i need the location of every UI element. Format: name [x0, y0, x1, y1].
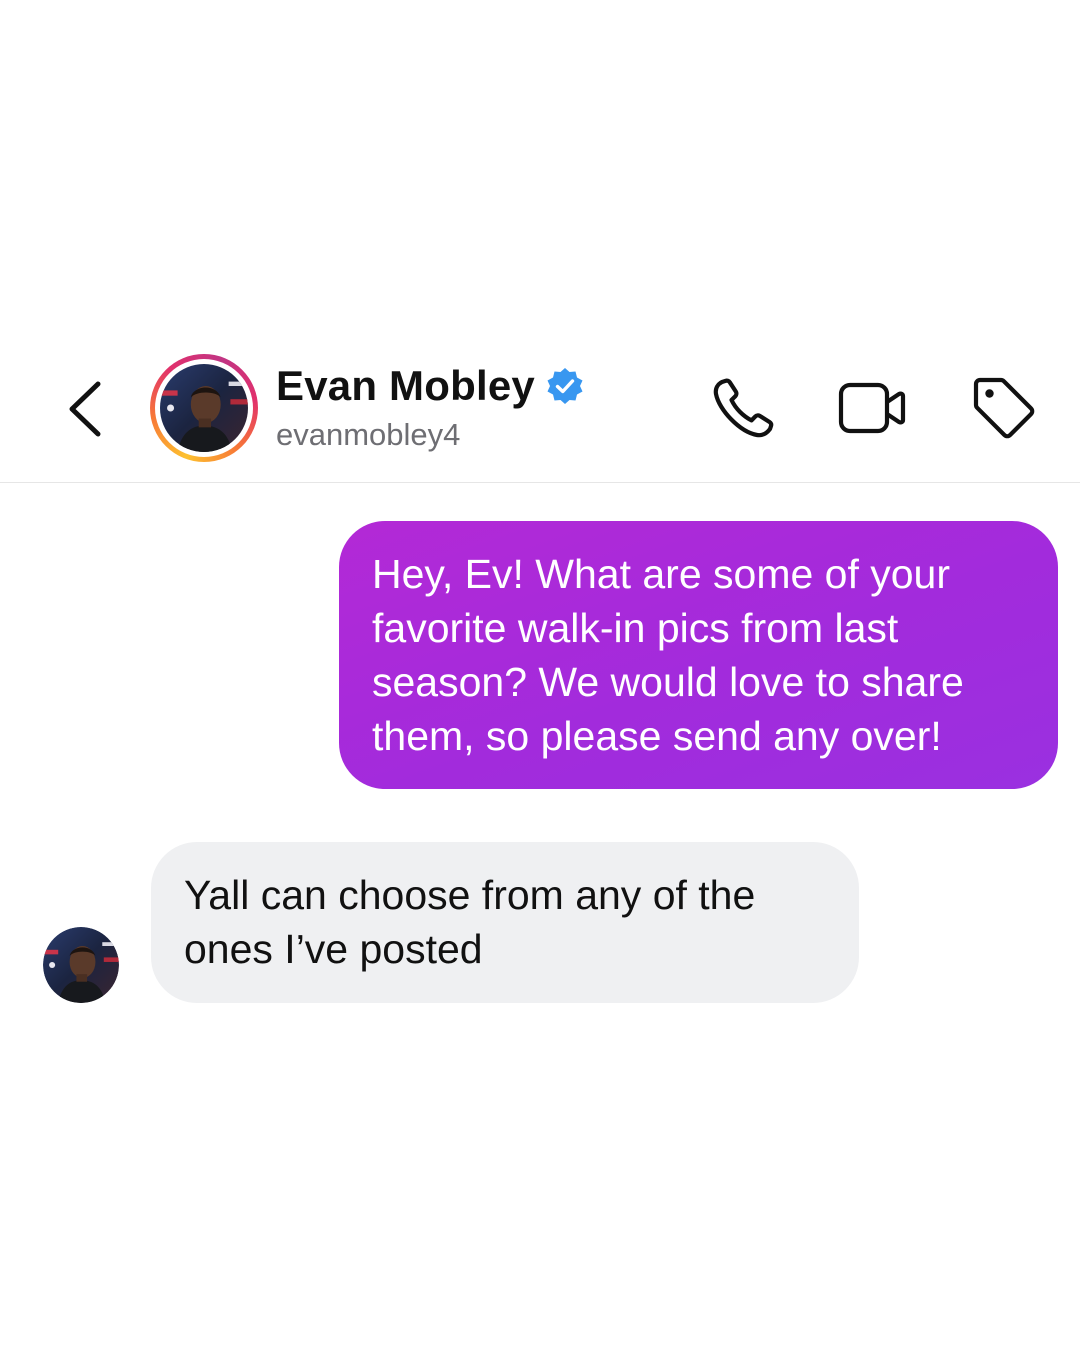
back-button[interactable] [56, 374, 116, 444]
profile-avatar [160, 364, 248, 452]
tag-icon [973, 377, 1035, 439]
video-camera-icon [838, 382, 906, 434]
message-text: Hey, Ev! What are some of your favorite … [372, 551, 964, 759]
video-call-button[interactable] [836, 372, 908, 444]
message-bubble-outgoing[interactable]: Hey, Ev! What are some of your favorite … [339, 521, 1058, 789]
contact-name-row[interactable]: Evan Mobley [276, 362, 585, 410]
sender-avatar[interactable] [43, 927, 119, 1003]
profile-avatar-story-ring[interactable] [150, 354, 258, 462]
contact-name[interactable]: Evan Mobley [276, 362, 535, 410]
chat-header: Evan Mobley evanmobley4 [0, 340, 1080, 483]
audio-call-button[interactable] [708, 372, 780, 444]
tag-button[interactable] [968, 372, 1040, 444]
sender-avatar-photo [43, 927, 119, 1003]
verified-badge-icon [545, 366, 585, 406]
phone-icon [713, 378, 774, 438]
contact-username[interactable]: evanmobley4 [276, 417, 460, 453]
chevron-left-icon [69, 381, 101, 437]
message-bubble-incoming[interactable]: Yall can choose from any of the ones I’v… [151, 842, 859, 1003]
message-text: Yall can choose from any of the ones I’v… [184, 872, 756, 972]
